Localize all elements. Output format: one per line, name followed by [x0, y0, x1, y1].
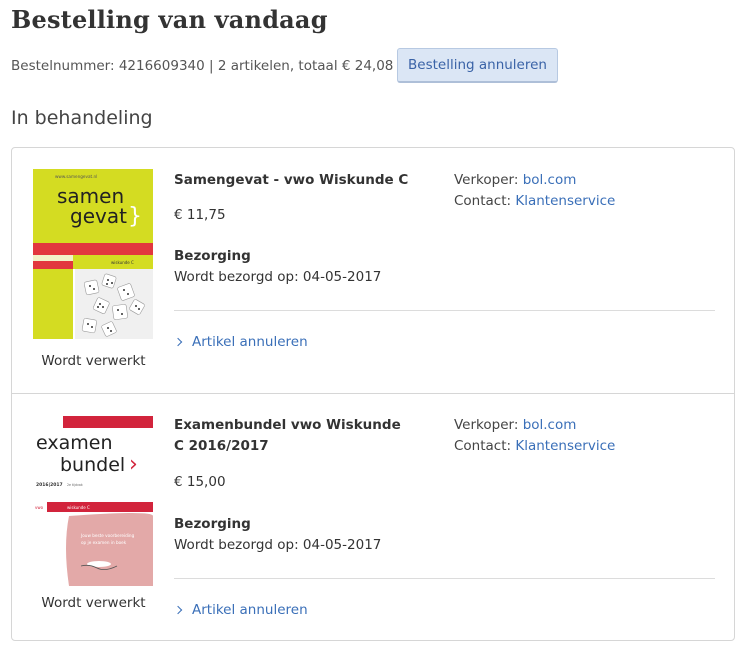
contact-label: Contact: [454, 438, 512, 454]
seller-label: Verkoper: [454, 172, 519, 188]
contact-label: Contact: [454, 193, 512, 209]
delivery-label: Bezorging [174, 248, 251, 264]
svg-text:www.samengevat.nl: www.samengevat.nl [55, 174, 97, 179]
svg-text:}: } [128, 204, 142, 229]
delivery-date: Wordt bezorgd op: 04-05-2017 [174, 269, 382, 285]
order-summary: Bestelnummer: 4216609340 | 2 artikelen, … [11, 58, 394, 74]
cancel-item-link[interactable]: Artikel annuleren [173, 602, 308, 618]
product-cover-image[interactable]: www.samengevat.nl samen gevat } wiskunde… [33, 169, 153, 339]
svg-text:Jouw beste voorbereiding: Jouw beste voorbereiding [80, 533, 135, 538]
divider [174, 310, 715, 311]
order-item: examen bundel › 2016|2017 2e tijdvak vwo… [12, 393, 734, 640]
item-price: € 15,00 [174, 474, 226, 490]
seller-link[interactable]: bol.com [523, 172, 577, 188]
svg-text:2016|2017: 2016|2017 [36, 482, 63, 488]
product-cover-image[interactable]: examen bundel › 2016|2017 2e tijdvak vwo… [33, 416, 153, 586]
contact-link[interactable]: Klantenservice [515, 438, 615, 454]
svg-text:bundel: bundel [60, 454, 125, 476]
delivery-date: Wordt bezorgd op: 04-05-2017 [174, 537, 382, 553]
svg-text:2e tijdvak: 2e tijdvak [67, 483, 83, 487]
divider [174, 578, 715, 579]
item-title: Samengevat - vwo Wiskunde C [174, 172, 409, 188]
chevron-right-icon [173, 337, 183, 347]
svg-text:examen: examen [36, 432, 112, 454]
cancel-item-label: Artikel annuleren [192, 602, 308, 618]
cancel-item-label: Artikel annuleren [192, 334, 308, 350]
item-price: € 11,75 [174, 207, 226, 223]
svg-text:gevat: gevat [70, 204, 127, 228]
svg-text:vwo: vwo [35, 505, 44, 510]
svg-text:wiskunde C: wiskunde C [67, 505, 90, 510]
order-item: www.samengevat.nl samen gevat } wiskunde… [12, 148, 734, 393]
seller-info: Verkoper: bol.com Contact: Klantenservic… [454, 170, 615, 212]
seller-info: Verkoper: bol.com Contact: Klantenservic… [454, 415, 615, 457]
contact-link[interactable]: Klantenservice [515, 193, 615, 209]
svg-text:›: › [129, 452, 138, 477]
item-title: Examenbundel vwo Wiskunde C 2016/2017 [174, 417, 401, 454]
svg-text:op je examen in boek: op je examen in boek [81, 540, 127, 545]
cancel-order-button[interactable]: Bestelling annuleren [397, 48, 558, 83]
delivery-label: Bezorging [174, 516, 251, 532]
order-items-card: www.samengevat.nl samen gevat } wiskunde… [11, 147, 735, 641]
seller-link[interactable]: bol.com [523, 417, 577, 433]
chevron-right-icon [173, 605, 183, 615]
item-status: Wordt verwerkt [41, 353, 146, 369]
section-heading: In behandeling [11, 107, 153, 129]
page-title: Bestelling van vandaag [11, 5, 328, 34]
seller-label: Verkoper: [454, 417, 519, 433]
cancel-item-link[interactable]: Artikel annuleren [173, 334, 308, 350]
svg-text:wiskunde C: wiskunde C [111, 260, 134, 265]
item-status: Wordt verwerkt [41, 595, 146, 611]
